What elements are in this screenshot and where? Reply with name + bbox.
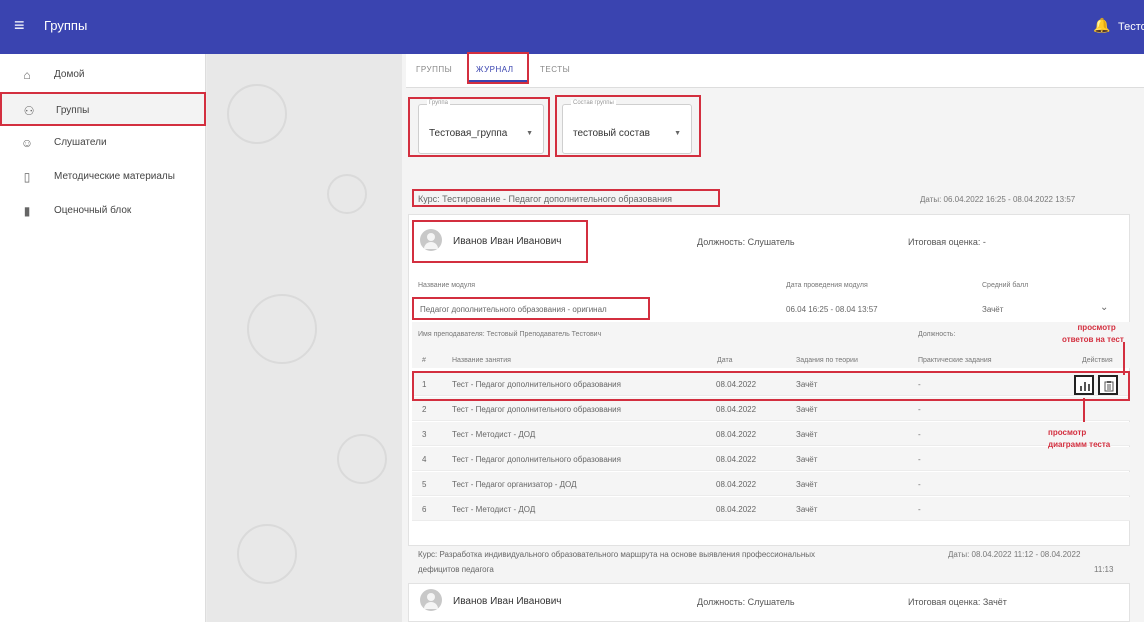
groups-icon: ⚇ xyxy=(23,104,35,118)
menu-icon[interactable]: ≡ xyxy=(14,16,25,34)
lesson-name: Тест - Методист - ДОД xyxy=(452,505,536,514)
lesson-practice: - xyxy=(918,430,921,439)
tab-groups[interactable]: ГРУППЫ xyxy=(416,65,452,74)
highlight-box xyxy=(555,95,701,157)
lesson-theory: Зачёт xyxy=(796,455,818,464)
listeners-icon: ☺ xyxy=(20,136,34,150)
annotation-line xyxy=(1123,342,1125,375)
lesson-num-header: # xyxy=(422,357,426,364)
final-grade: Итоговая оценка: Зачёт xyxy=(908,597,1007,607)
page-title: Группы xyxy=(44,18,88,33)
lesson-name: Тест - Педагог дополнительного образован… xyxy=(452,405,621,414)
lesson-number: 2 xyxy=(422,405,427,414)
lesson-date: 08.04.2022 xyxy=(716,430,757,439)
table-row: 3 Тест - Методист - ДОД 08.04.2022 Зачёт… xyxy=(412,422,1130,446)
course-dates: Даты: 08.04.2022 11:12 - 08.04.2022 xyxy=(948,550,1081,559)
lesson-date: 08.04.2022 xyxy=(716,480,757,489)
annotation-line xyxy=(1083,398,1085,422)
app-bar: ≡ Группы 🔔 Тесто xyxy=(0,0,1144,54)
listener-name: Иванов Иван Иванович xyxy=(453,596,562,607)
annotation-answers: просмотр ответов на тест xyxy=(1062,323,1124,344)
highlight-box xyxy=(408,97,550,157)
lesson-name: Тест - Педагог дополнительного образован… xyxy=(452,455,621,464)
lesson-date-header: Дата xyxy=(717,357,733,364)
bell-icon[interactable]: 🔔 xyxy=(1093,17,1110,34)
sidebar-item-home[interactable]: ⌂ Домой xyxy=(0,58,206,92)
lesson-practice: - xyxy=(918,455,921,464)
bar-chart-icon xyxy=(1080,382,1090,391)
table-row: 5 Тест - Педагог организатор - ДОД 08.04… xyxy=(412,472,1130,496)
module-average: Зачёт xyxy=(982,305,1004,314)
theory-header: Задания по теории xyxy=(796,357,858,364)
sidebar-item-label: Домой xyxy=(54,69,85,80)
clipboard-icon xyxy=(1104,381,1114,392)
materials-icon: ▯ xyxy=(23,170,31,184)
lesson-name: Тест - Методист - ДОД xyxy=(452,430,536,439)
lessons-header-area xyxy=(412,322,1130,368)
sidebar-item-label: Слушатели xyxy=(54,137,107,148)
tab-tests[interactable]: ТЕСТЫ xyxy=(540,65,570,74)
module-date-header: Дата проведения модуля xyxy=(786,282,868,289)
lesson-name-header: Название занятия xyxy=(452,357,511,364)
module-name-header: Название модуля xyxy=(418,282,476,289)
teacher-name: Имя преподавателя: Тестовый Преподавател… xyxy=(418,331,602,338)
module-dates: 06.04 16:25 - 08.04 13:57 xyxy=(786,305,878,314)
annotation-diagram: просмотр диаграмм теста xyxy=(1048,428,1111,449)
lesson-name: Тест - Педагог организатор - ДОД xyxy=(452,480,577,489)
listener-position: Должность: Слушатель xyxy=(697,597,795,607)
avatar xyxy=(420,589,442,611)
view-diagram-button[interactable] xyxy=(1074,375,1094,395)
sidebar-item-label: Группы xyxy=(56,105,90,116)
course-dates: Даты: 06.04.2022 16:25 - 08.04.2022 13:5… xyxy=(920,195,1076,204)
lesson-practice: - xyxy=(918,505,921,514)
sidebar-item-assessment[interactable]: ▮ Оценочный блок xyxy=(0,194,206,228)
expand-chevron-icon[interactable]: ⌄ xyxy=(1100,302,1108,313)
highlight-box xyxy=(412,371,1130,401)
average-score-header: Средний балл xyxy=(982,282,1029,289)
lesson-practice: - xyxy=(918,480,921,489)
sidebar-item-groups[interactable]: ⚇ Группы xyxy=(0,92,206,126)
lesson-date: 08.04.2022 xyxy=(716,405,757,414)
home-icon: ⌂ xyxy=(23,68,31,82)
sidebar: ⌂ Домой ⚇ Группы ☺ Слушатели ▯ Методичес… xyxy=(0,54,206,622)
lesson-theory: Зачёт xyxy=(796,405,818,414)
lesson-theory: Зачёт xyxy=(796,480,818,489)
lesson-date: 08.04.2022 xyxy=(716,455,757,464)
lesson-theory: Зачёт xyxy=(796,430,818,439)
view-answers-button[interactable] xyxy=(1098,375,1118,395)
sidebar-item-label: Оценочный блок xyxy=(54,205,132,216)
lesson-number: 4 xyxy=(422,455,427,464)
sidebar-item-label: Методические материалы xyxy=(54,171,175,182)
course-dates-continued: 11:13 xyxy=(1094,565,1114,574)
lesson-number: 3 xyxy=(422,430,427,439)
lesson-number: 6 xyxy=(422,505,427,514)
final-grade: Итоговая оценка: - xyxy=(908,237,986,247)
listener-position: Должность: Слушатель xyxy=(697,237,795,247)
teacher-position-label: Должность: xyxy=(918,331,956,338)
assessment-icon: ▮ xyxy=(23,204,31,218)
table-row: 6 Тест - Методист - ДОД 08.04.2022 Зачёт… xyxy=(412,497,1130,521)
lesson-date: 08.04.2022 xyxy=(716,505,757,514)
lesson-practice: - xyxy=(918,405,921,414)
actions-header: Действия xyxy=(1082,357,1113,364)
highlight-box xyxy=(467,52,529,84)
highlight-box xyxy=(412,189,720,207)
sidebar-item-materials[interactable]: ▯ Методические материалы xyxy=(0,160,206,194)
lesson-number: 5 xyxy=(422,480,427,489)
user-name[interactable]: Тесто xyxy=(1118,21,1144,33)
table-row: 4 Тест - Педагог дополнительного образов… xyxy=(412,447,1130,471)
sidebar-item-listeners[interactable]: ☺ Слушатели xyxy=(0,126,206,160)
course-title-continued: дефицитов педагога xyxy=(418,565,494,574)
highlight-box xyxy=(412,297,650,320)
course-title: Курс: Разработка индивидуального образов… xyxy=(418,550,816,559)
lesson-theory: Зачёт xyxy=(796,505,818,514)
practice-header: Практические задания xyxy=(918,357,992,364)
highlight-box xyxy=(412,220,588,263)
